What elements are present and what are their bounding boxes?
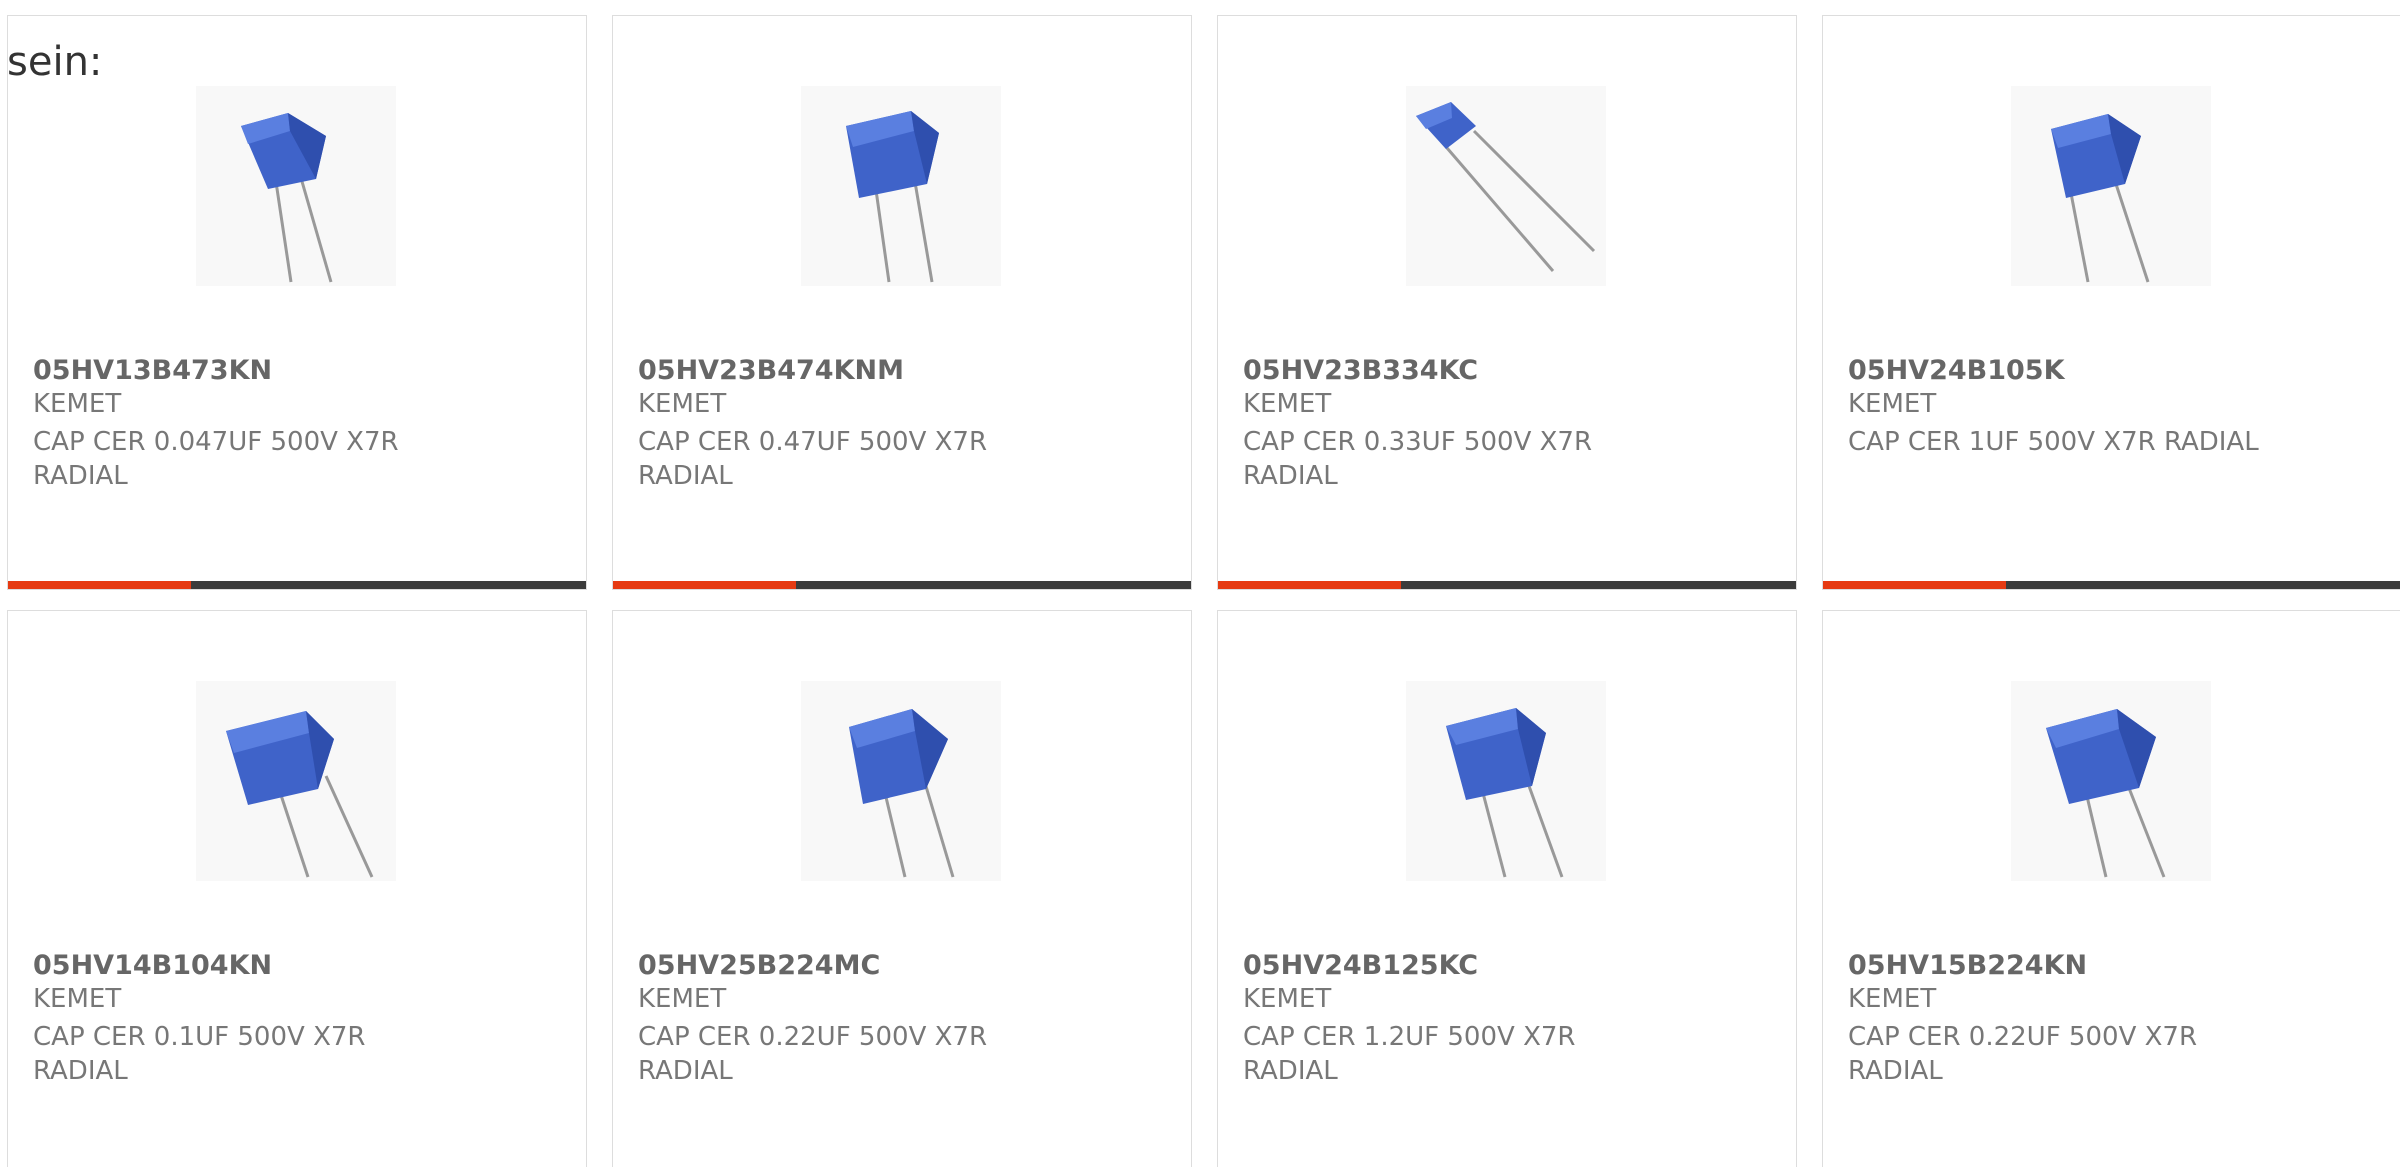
product-progress-fill	[1823, 581, 2006, 589]
product-progress-fill	[1218, 581, 1401, 589]
product-part-number[interactable]: 05HV13B473KN	[33, 357, 272, 384]
product-manufacturer: KEMET	[1243, 984, 1332, 1014]
product-part-number[interactable]: 05HV23B334KC	[1243, 357, 1478, 384]
product-card[interactable]: 05HV14B104KN KEMET CAP CER 0.1UF 500V X7…	[7, 610, 587, 1167]
product-description: CAP CER 0.047UF 500V X7R RADIAL	[33, 427, 399, 491]
product-card[interactable]: 05HV23B474KNM KEMET CAP CER 0.47UF 500V …	[612, 15, 1192, 590]
product-card[interactable]: 05HV23B334KC KEMET CAP CER 0.33UF 500V X…	[1217, 15, 1797, 590]
product-image[interactable]	[2011, 86, 2211, 286]
product-description: CAP CER 0.22UF 500V X7R RADIAL	[638, 1022, 988, 1086]
product-card[interactable]: 05HV15B224KN KEMET CAP CER 0.22UF 500V X…	[1822, 610, 2400, 1167]
product-image[interactable]	[1406, 86, 1606, 286]
product-description: CAP CER 0.47UF 500V X7R RADIAL	[638, 427, 988, 491]
product-part-number[interactable]: 05HV24B105K	[1848, 357, 2065, 384]
product-card[interactable]: 05HV24B125KC KEMET CAP CER 1.2UF 500V X7…	[1217, 610, 1797, 1167]
product-card[interactable]: 05HV13B473KN KEMET CAP CER 0.047UF 500V …	[7, 15, 587, 590]
product-listing-page: sein: 05HV13B473KN KEMET CAP CER 0.047UF…	[0, 0, 2400, 1167]
product-description: CAP CER 0.1UF 500V X7R RADIAL	[33, 1022, 366, 1086]
product-description: CAP CER 1UF 500V X7R RADIAL	[1848, 427, 2259, 457]
product-progress-bar	[8, 581, 586, 589]
blue-radial-capacitor-icon	[1446, 708, 1564, 878]
product-manufacturer: KEMET	[1848, 984, 1937, 1014]
blue-radial-capacitor-icon	[241, 113, 333, 283]
product-description: CAP CER 1.2UF 500V X7R RADIAL	[1243, 1022, 1576, 1086]
intro-text: sein:	[7, 39, 103, 85]
blue-radial-capacitor-icon	[1416, 102, 1596, 272]
product-progress-fill	[8, 581, 191, 589]
product-progress-bar	[1218, 581, 1796, 589]
product-part-number[interactable]: 05HV23B474KNM	[638, 357, 904, 384]
product-manufacturer: KEMET	[33, 984, 122, 1014]
product-image[interactable]	[196, 86, 396, 286]
blue-radial-capacitor-icon	[2051, 114, 2150, 283]
product-manufacturer: KEMET	[33, 389, 122, 419]
product-part-number[interactable]: 05HV24B125KC	[1243, 952, 1478, 979]
product-image[interactable]	[801, 681, 1001, 881]
product-description: CAP CER 0.22UF 500V X7R RADIAL	[1848, 1022, 2198, 1086]
blue-radial-capacitor-icon	[2046, 709, 2166, 878]
product-part-number[interactable]: 05HV25B224MC	[638, 952, 880, 979]
product-progress-bar	[1823, 581, 2400, 589]
blue-radial-capacitor-icon	[849, 709, 955, 878]
product-card[interactable]: 05HV25B224MC KEMET CAP CER 0.22UF 500V X…	[612, 610, 1192, 1167]
product-part-number[interactable]: 05HV14B104KN	[33, 952, 272, 979]
product-description: CAP CER 0.33UF 500V X7R RADIAL	[1243, 427, 1593, 491]
product-image[interactable]	[2011, 681, 2211, 881]
product-manufacturer: KEMET	[638, 984, 727, 1014]
product-progress-fill	[613, 581, 796, 589]
product-manufacturer: KEMET	[1848, 389, 1937, 419]
product-image[interactable]	[1406, 681, 1606, 881]
product-manufacturer: KEMET	[638, 389, 727, 419]
product-part-number[interactable]: 05HV15B224KN	[1848, 952, 2087, 979]
product-grid: 05HV13B473KN KEMET CAP CER 0.047UF 500V …	[7, 15, 2400, 1167]
product-image[interactable]	[801, 86, 1001, 286]
product-card[interactable]: 05HV24B105K KEMET CAP CER 1UF 500V X7R R…	[1822, 15, 2400, 590]
blue-radial-capacitor-icon	[846, 111, 939, 283]
product-progress-bar	[613, 581, 1191, 589]
product-manufacturer: KEMET	[1243, 389, 1332, 419]
product-image[interactable]	[196, 681, 396, 881]
blue-radial-capacitor-icon	[226, 711, 374, 878]
